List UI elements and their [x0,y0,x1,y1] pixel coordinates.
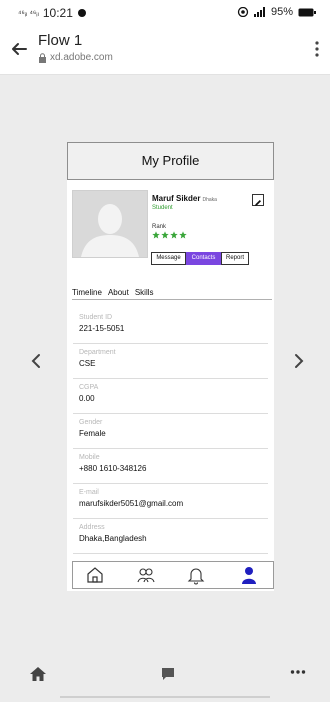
contacts-button[interactable]: Contacts [186,252,221,265]
field-divider [73,448,268,449]
field-mobile: Mobile +880 1610-348126 [79,454,269,473]
lock-icon [39,52,46,63]
profile-person-icon[interactable] [239,565,259,585]
profile-name-line: Maruf Sikder Dhaka [152,194,217,203]
group-outline-icon[interactable] [136,565,156,585]
home-indicator [60,696,270,698]
field-value: 221-15-5051 [79,324,125,333]
profile-name: Maruf Sikder [152,194,201,203]
signal-icon [253,7,265,17]
field-value: marufsikder5051@gmail.com [79,499,184,508]
star-icon [161,231,169,239]
next-screen-arrow-icon[interactable] [293,350,305,376]
edit-pencil-icon[interactable] [252,194,264,206]
back-arrow-icon[interactable] [8,38,30,60]
wifi-icon [237,7,249,17]
signal-text: ⁴⁶ᵢₗ ⁴⁶ᵢₗ [18,8,39,18]
field-label: Student ID [79,314,113,321]
field-student-id: Student ID 221-15-5051 [79,314,269,333]
field-divider [73,483,268,484]
bell-outline-icon[interactable] [186,565,206,585]
field-label: Gender [79,419,103,426]
field-label: Address [79,524,105,531]
star-icon [152,231,160,239]
field-label: CGPA [79,384,99,391]
viewer-bottom-toolbar [0,650,330,702]
star-icon [170,231,178,239]
field-address: Address Dhaka,Bangladesh [79,524,269,543]
field-value: +880 1610-348126 [79,464,147,473]
prototype-artboard: My Profile Maruf Sikder Dhaka Student Ran… [67,142,274,591]
browser-app-bar: Flow 1 xd.adobe.com [0,26,330,75]
star-icon [179,231,187,239]
url-text: xd.adobe.com [50,52,113,63]
field-email: E-mail marufsikder5051@gmail.com [79,489,269,508]
previous-screen-arrow-icon[interactable] [30,350,42,376]
field-divider [73,553,268,554]
field-label: E-mail [79,489,99,496]
field-label: Department [79,349,116,356]
home-outline-icon[interactable] [85,565,105,585]
rank-label: Rank [152,224,167,230]
field-divider [73,343,268,344]
profile-header: My Profile [67,142,274,180]
status-bar: ⁴⁶ᵢₗ ⁴⁶ᵢₗ 10:21 95% [0,0,330,26]
battery-icon [298,8,316,16]
page-title: Flow 1 [38,32,83,49]
field-divider [73,518,268,519]
battery-percent: 95% [270,6,293,18]
field-department: Department CSE [79,349,269,368]
avatar [72,190,148,258]
field-value: 0.00 [79,394,95,403]
status-left: ⁴⁶ᵢₗ ⁴⁶ᵢₗ 10:21 [18,6,87,20]
field-value: CSE [79,359,96,368]
report-button[interactable]: Report [221,252,249,265]
field-value: Dhaka,Bangladesh [79,534,147,543]
comment-icon[interactable] [160,666,176,682]
profile-role: Student [152,205,173,211]
profile-location: Dhaka [202,197,217,203]
avatar-placeholder-icon [73,191,147,257]
field-divider [73,378,268,379]
more-horizontal-icon[interactable] [290,662,306,680]
clock: 10:21 [42,6,73,20]
notification-icon [77,9,86,17]
url-line: xd.adobe.com [38,52,113,63]
field-gender: Gender Female [79,419,269,438]
field-label: Mobile [79,454,100,461]
more-options-icon[interactable] [314,40,320,63]
status-right: 95% [237,6,316,18]
message-button[interactable]: Message [151,252,186,265]
rank-stars [152,231,187,239]
tabs-divider [72,299,272,300]
home-icon[interactable] [28,664,48,684]
prototype-bottom-nav [72,561,274,589]
field-cgpa: CGPA 0.00 [79,384,269,403]
field-divider [73,413,268,414]
field-value: Female [79,429,106,438]
